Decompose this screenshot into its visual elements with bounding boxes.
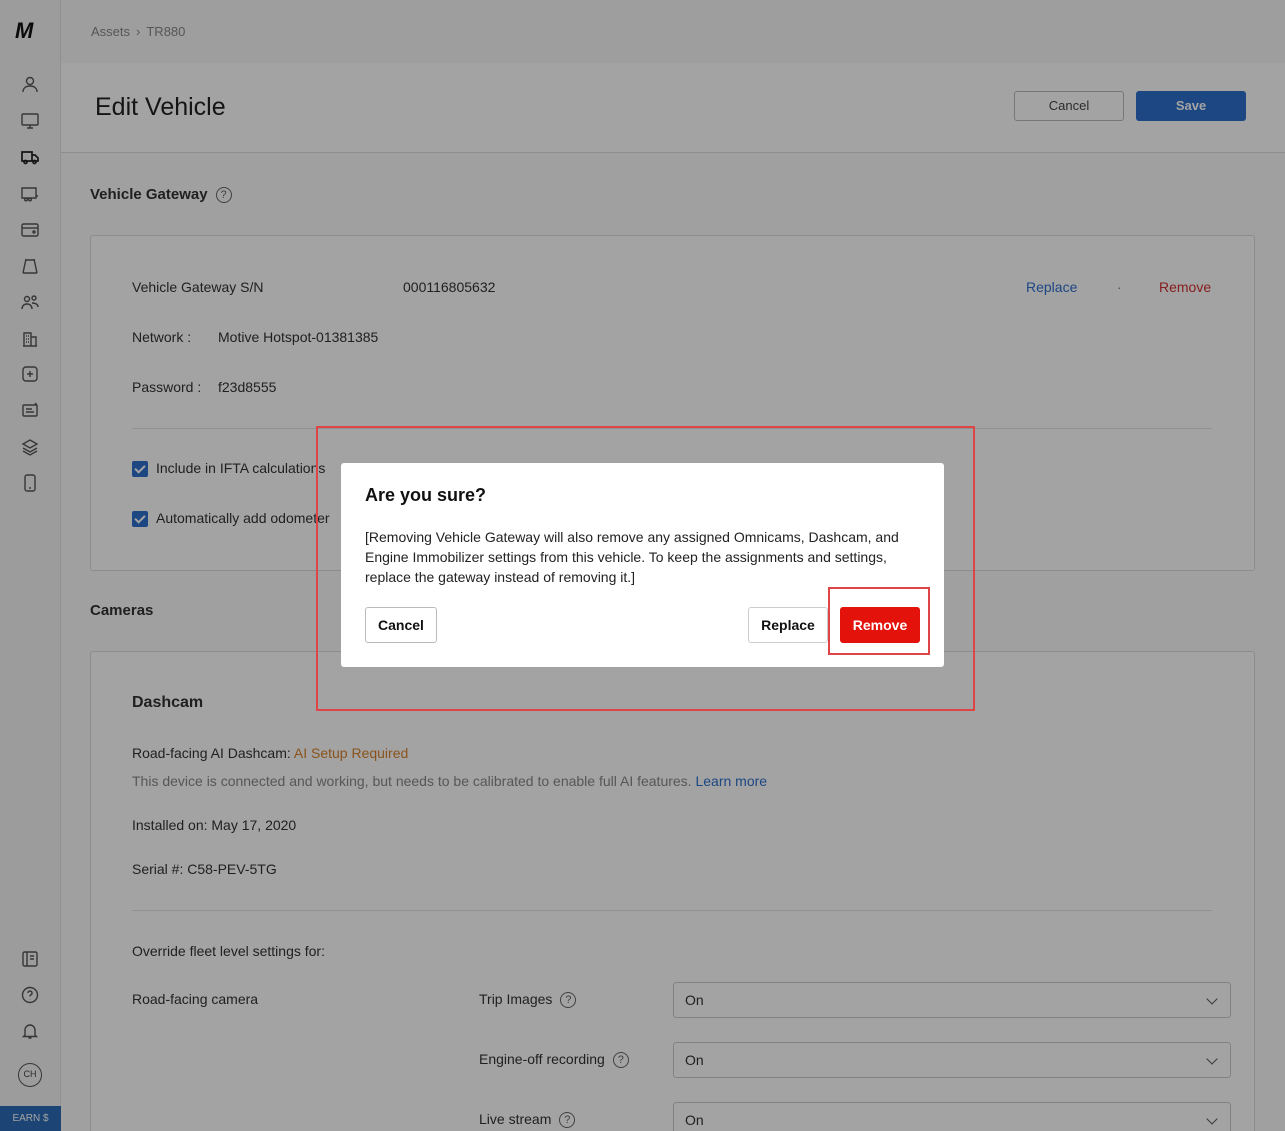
- dialog-highlight-box: [316, 426, 975, 711]
- remove-highlight-box: [828, 587, 930, 655]
